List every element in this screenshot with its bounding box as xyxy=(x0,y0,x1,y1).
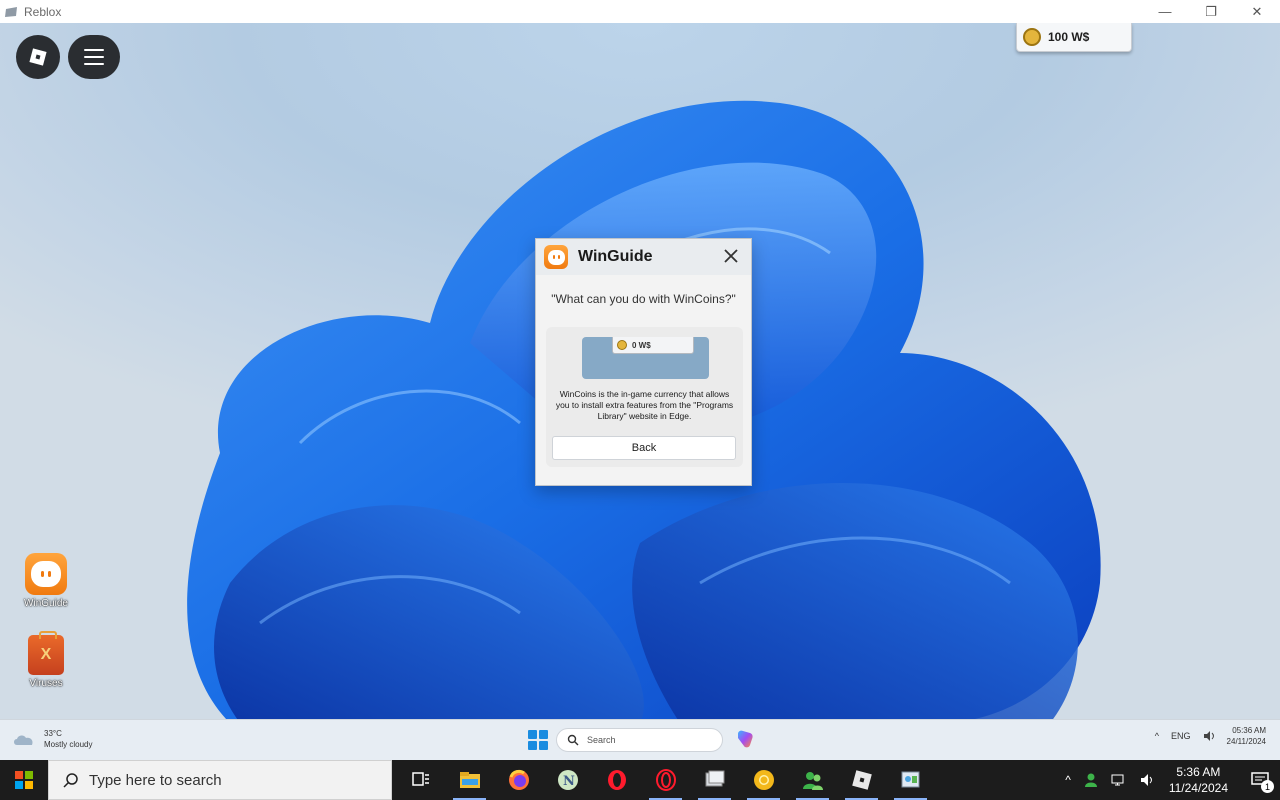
copilot-icon[interactable] xyxy=(734,728,756,750)
cloud-icon xyxy=(14,735,33,745)
control-panel-button[interactable] xyxy=(886,760,935,800)
desktop-icon-label: Viruses xyxy=(29,678,63,689)
weather-desc: Mostly cloudy xyxy=(44,740,93,749)
dialog-card: 0 W$ WinCoins is the in-game currency th… xyxy=(546,327,743,467)
opera-button[interactable] xyxy=(592,760,641,800)
notepad-plus-button[interactable]: N xyxy=(543,760,592,800)
currency-display: 100 W$ xyxy=(1016,23,1132,52)
host-search-box[interactable]: Type here to search xyxy=(48,760,392,800)
dialog-title: WinGuide xyxy=(578,248,653,265)
firefox-icon xyxy=(508,769,529,790)
opera-icon xyxy=(607,770,626,790)
roblox-taskbar-button[interactable] xyxy=(837,760,886,800)
back-button[interactable]: Back xyxy=(552,436,736,460)
tray-chevron-icon[interactable]: ^ xyxy=(1155,731,1159,741)
windows-start-button[interactable] xyxy=(528,730,548,750)
host-date: 11/24/2024 xyxy=(1168,781,1228,795)
dialog-question: "What can you do with WinCoins?" xyxy=(551,292,736,306)
host-search-placeholder: Type here to search xyxy=(89,771,222,789)
people-button[interactable] xyxy=(788,760,837,800)
weather-widget[interactable]: 33°C Mostly cloudy xyxy=(12,728,92,750)
dialog-body-text: WinCoins is the in-game currency that al… xyxy=(555,389,734,421)
file-explorer-icon xyxy=(459,772,480,788)
game-viewport[interactable]: 100 W$ WinGuide X Viruses WinGuide "What… xyxy=(0,23,1280,760)
control-panel-icon xyxy=(901,771,919,788)
game-taskbar: 33°C Mostly cloudy Search ^ ENG 05:36 AM… xyxy=(0,719,1280,760)
desktop-icon-viruses[interactable]: X Viruses xyxy=(14,631,78,689)
app-button[interactable] xyxy=(690,760,739,800)
coin-icon xyxy=(1023,28,1041,46)
language-indicator[interactable]: ENG xyxy=(1171,731,1191,741)
game-search-box[interactable]: Search xyxy=(556,728,723,752)
action-center-button[interactable]: 1 xyxy=(1240,760,1280,800)
restore-button[interactable]: ❐ xyxy=(1188,0,1234,23)
host-system-tray: ^ 5:36 AM 11/24/2024 1 xyxy=(1059,760,1280,800)
app-icon xyxy=(705,770,724,787)
volume-icon[interactable] xyxy=(1203,730,1215,742)
roblox-menu-button[interactable] xyxy=(16,35,60,79)
chrome-canary-icon xyxy=(753,770,774,790)
viruses-icon-glyph: X xyxy=(40,646,52,663)
currency-preview-image: 0 W$ xyxy=(582,337,709,379)
task-view-icon xyxy=(411,772,429,786)
app-title-bar: Reblox — ❐ ✕ xyxy=(0,0,1280,23)
hamburger-menu-button[interactable] xyxy=(68,35,120,79)
window-controls: — ❐ ✕ xyxy=(1142,0,1280,23)
roblox-logo-icon xyxy=(29,48,47,66)
host-taskbar: Type here to search N ^ 5:36 AM 11/24/20… xyxy=(0,760,1280,800)
dialog-header: WinGuide xyxy=(536,239,751,275)
preview-currency-amount: 0 W$ xyxy=(632,340,651,350)
game-system-tray: ^ ENG 05:36 AM 24/11/2024 xyxy=(1149,725,1266,747)
winguide-logo-icon xyxy=(544,245,568,269)
opera-gx-icon xyxy=(655,769,676,791)
host-clock[interactable]: 5:36 AM 11/24/2024 xyxy=(1169,764,1228,796)
chrome-canary-button[interactable] xyxy=(739,760,788,800)
host-time: 5:36 AM xyxy=(1176,765,1221,779)
people-tray-icon[interactable] xyxy=(1083,772,1099,788)
search-icon xyxy=(63,773,78,788)
viruses-icon: X xyxy=(28,631,64,675)
game-search-placeholder: Search xyxy=(587,735,616,745)
desktop-icon-winguide[interactable]: WinGuide xyxy=(14,553,78,609)
game-time: 05:36 AM xyxy=(1232,726,1266,735)
coin-icon xyxy=(617,340,627,350)
file-explorer-button[interactable] xyxy=(445,760,494,800)
app-title: Reblox xyxy=(24,4,62,19)
network-icon[interactable] xyxy=(1111,772,1127,788)
windows-logo-icon xyxy=(15,771,33,789)
task-view-button[interactable] xyxy=(396,760,445,800)
search-icon xyxy=(567,734,579,746)
pinned-apps: N xyxy=(396,760,935,800)
winguide-dialog: WinGuide "What can you do with WinCoins?… xyxy=(535,238,752,486)
svg-text:N: N xyxy=(563,774,575,789)
close-window-button[interactable]: ✕ xyxy=(1234,0,1280,23)
reblox-app-icon xyxy=(5,6,17,17)
close-icon[interactable] xyxy=(721,246,741,266)
start-button[interactable] xyxy=(0,760,48,800)
game-clock[interactable]: 05:36 AM 24/11/2024 xyxy=(1227,725,1266,747)
notification-badge: 1 xyxy=(1261,780,1274,793)
opera-gx-button[interactable] xyxy=(641,760,690,800)
weather-temp: 33°C xyxy=(44,729,62,738)
speaker-icon[interactable] xyxy=(1139,772,1155,788)
preview-currency-chip: 0 W$ xyxy=(612,337,694,354)
people-icon xyxy=(802,772,823,790)
roblox-icon xyxy=(851,770,872,790)
desktop-icon-label: WinGuide xyxy=(24,598,68,609)
currency-amount: 100 W$ xyxy=(1048,30,1090,44)
minimize-button[interactable]: — xyxy=(1142,0,1188,23)
winguide-icon xyxy=(25,553,67,595)
tray-overflow-icon[interactable]: ^ xyxy=(1065,773,1071,787)
hamburger-icon xyxy=(84,49,104,65)
firefox-button[interactable] xyxy=(494,760,543,800)
notepad-plus-icon: N xyxy=(557,770,578,790)
game-date: 24/11/2024 xyxy=(1226,737,1266,746)
